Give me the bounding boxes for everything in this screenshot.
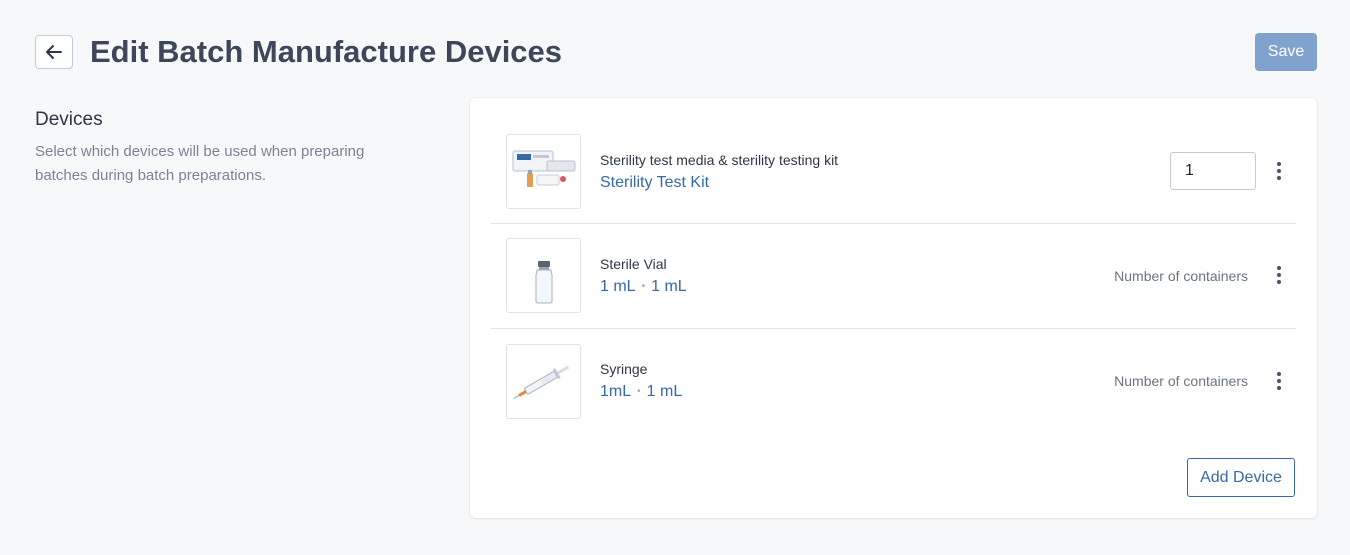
syringe-icon bbox=[513, 365, 570, 399]
arrow-left-icon bbox=[46, 45, 62, 59]
device-subtitle[interactable]: Sterility Test Kit bbox=[600, 174, 709, 192]
syringe-image bbox=[506, 344, 581, 419]
device-name: Syringe bbox=[600, 361, 648, 377]
device-subtitle-secondary[interactable]: 1 mL bbox=[651, 278, 687, 295]
back-button[interactable] bbox=[35, 35, 73, 69]
device-subtitle[interactable]: 1 mL • 1 mL bbox=[600, 278, 687, 296]
device-subtitle-primary[interactable]: 1mL bbox=[600, 383, 631, 400]
quantity-input[interactable] bbox=[1170, 152, 1256, 190]
vial-icon bbox=[535, 261, 553, 304]
device-subtitle-primary[interactable]: 1 mL bbox=[600, 278, 636, 295]
more-options-icon[interactable] bbox=[1271, 160, 1287, 182]
device-subtitle-primary[interactable]: Sterility Test Kit bbox=[600, 174, 709, 191]
devices-section-info: Devices Select which devices will be use… bbox=[35, 108, 435, 188]
sterility-kit-icon bbox=[512, 150, 576, 187]
device-row: Sterile Vial 1 mL • 1 mL Number of contain… bbox=[491, 224, 1296, 329]
device-row: Sterility test media & sterility testing… bbox=[491, 119, 1296, 224]
device-subtitle-secondary[interactable]: 1 mL bbox=[647, 383, 683, 400]
sterility-kit-image bbox=[506, 134, 581, 209]
device-row: Syringe 1mL • 1 mL Number of containers bbox=[491, 329, 1296, 434]
vial-image bbox=[506, 238, 581, 313]
add-device-button[interactable]: Add Device bbox=[1187, 458, 1295, 497]
device-subtitle[interactable]: 1mL • 1 mL bbox=[600, 383, 682, 401]
device-name: Sterility test media & sterility testing… bbox=[600, 152, 839, 168]
devices-card: Sterility test media & sterility testing… bbox=[470, 98, 1317, 518]
page-header: Edit Batch Manufacture Devices Save bbox=[35, 33, 1317, 73]
more-options-icon[interactable] bbox=[1271, 264, 1287, 286]
more-options-icon[interactable] bbox=[1271, 370, 1287, 392]
containers-label: Number of containers bbox=[1114, 373, 1248, 389]
device-name: Sterile Vial bbox=[600, 256, 667, 272]
separator-dot: • bbox=[637, 386, 641, 397]
save-button[interactable]: Save bbox=[1255, 33, 1317, 71]
containers-label: Number of containers bbox=[1114, 268, 1248, 284]
section-description: Select which devices will be used when p… bbox=[35, 143, 365, 184]
section-title: Devices bbox=[35, 109, 103, 130]
page-title: Edit Batch Manufacture Devices bbox=[90, 34, 563, 69]
separator-dot: • bbox=[641, 281, 646, 292]
